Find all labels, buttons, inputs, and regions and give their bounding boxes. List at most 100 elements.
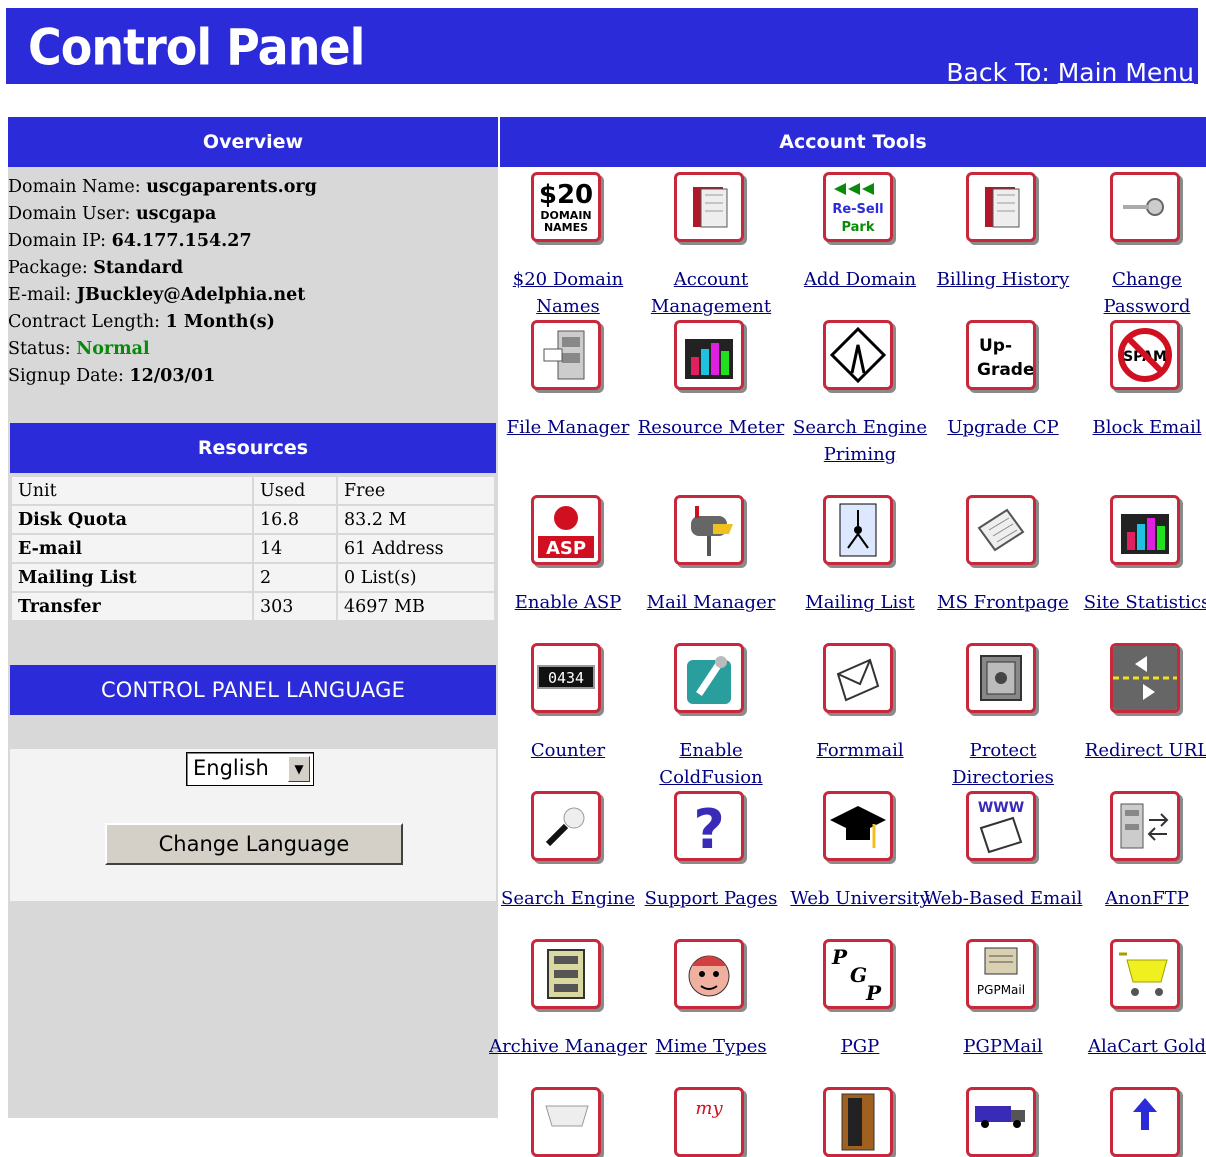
truck-icon[interactable] <box>966 1087 1036 1157</box>
used-cell: 14 <box>254 535 336 562</box>
tool-label[interactable]: Block Email <box>1067 414 1206 441</box>
tool-label[interactable]: AnonFTP <box>1067 885 1206 912</box>
svg-text:G: G <box>850 963 867 987</box>
envelope-icon[interactable] <box>823 643 893 713</box>
shopping-cart-icon[interactable] <box>1110 939 1180 1009</box>
tool-label[interactable]: PGPMail <box>923 1033 1083 1060</box>
mailbox-icon[interactable] <box>674 495 744 565</box>
change-language-button[interactable]: Change Language <box>105 823 403 865</box>
tool-label[interactable]: Redirect URL <box>1067 737 1206 764</box>
archive-icon[interactable] <box>531 939 601 1009</box>
mailing-list-icon[interactable] <box>823 495 893 565</box>
cart-icon[interactable] <box>531 1087 601 1157</box>
tool-label[interactable]: Counter <box>488 737 648 764</box>
bar-chart-icon[interactable] <box>1110 495 1180 565</box>
upgrade-icon[interactable]: Up- Grade <box>966 320 1036 390</box>
tool-label[interactable]: Mime Types <box>631 1033 791 1060</box>
tool-label[interactable]: PGP <box>780 1033 940 1060</box>
tool-label[interactable]: AlaCart Gold <box>1067 1033 1206 1060</box>
unit-cell: Disk Quota <box>12 506 252 533</box>
magnifier-icon[interactable] <box>531 791 601 861</box>
tool-label[interactable]: Account Management <box>631 266 791 320</box>
safe-icon[interactable] <box>966 643 1036 713</box>
question-icon[interactable]: ? <box>674 791 744 861</box>
free-cell: 83.2 M <box>338 506 494 533</box>
resell-park-icon[interactable]: Re-Sell Park <box>823 172 893 242</box>
no-spam-icon[interactable]: SPAM <box>1110 320 1180 390</box>
tool-label[interactable]: Mailing List <box>780 589 940 616</box>
door-icon[interactable] <box>823 1087 893 1157</box>
domain-ip-row: Domain IP: 64.177.154.27 <box>8 228 498 255</box>
tool-label[interactable]: Formmail <box>780 737 940 764</box>
domain-name-row: Domain Name: uscgaparents.org <box>8 174 498 201</box>
page-title: Control Panel <box>28 18 365 77</box>
tool-label[interactable]: Protect Directories <box>923 737 1083 791</box>
tool-label[interactable]: Search Engine <box>488 885 648 912</box>
tool-label[interactable]: Search Engine Priming <box>780 414 940 468</box>
counter-icon[interactable]: 0434 <box>531 643 601 713</box>
asp-icon[interactable]: ASP <box>531 495 601 565</box>
road-sign-icon[interactable] <box>823 320 893 390</box>
coldfusion-icon[interactable] <box>674 643 744 713</box>
tool-label[interactable]: Change Password <box>1067 266 1206 320</box>
domain-names-icon[interactable]: $20 DOMAIN NAMES <box>531 172 601 242</box>
face-icon[interactable] <box>674 939 744 1009</box>
tool-label[interactable]: Web University <box>780 885 940 912</box>
tool-label[interactable]: Billing History <box>923 266 1083 293</box>
column-header: Used <box>254 477 336 504</box>
back-to: Back To: Main Menu <box>946 58 1194 87</box>
tool-label[interactable]: $20 Domain Names <box>488 266 648 320</box>
domain-user-label: Domain User: <box>8 204 131 224</box>
contract-row: Contract Length: 1 Month(s) <box>8 309 498 336</box>
signup-label: Signup Date: <box>8 366 124 386</box>
column-header: Free <box>338 477 494 504</box>
upload-icon[interactable] <box>1110 1087 1180 1157</box>
tool-label[interactable]: Enable ColdFusion <box>631 737 791 791</box>
pgp-icon[interactable]: PGP <box>823 939 893 1009</box>
back-to-prefix: Back To: <box>946 58 1050 87</box>
pgpmail-icon[interactable]: PGPMail <box>966 939 1036 1009</box>
tool-label[interactable]: Enable ASP <box>488 589 648 616</box>
page-header: Control Panel Back To: Main Menu <box>6 8 1198 87</box>
file-cabinet-icon[interactable] <box>531 320 601 390</box>
free-cell: 61 Address <box>338 535 494 562</box>
signup-row: Signup Date: 12/03/01 <box>8 363 498 390</box>
svg-text:Up-: Up- <box>979 336 1012 356</box>
overview-heading: Overview <box>8 117 498 167</box>
redirect-icon[interactable] <box>1110 643 1180 713</box>
ftp-icon[interactable] <box>1110 791 1180 861</box>
contract-value: 1 Month(s) <box>165 312 275 332</box>
domain-name-value: uscgaparents.org <box>146 177 317 197</box>
chevron-down-icon[interactable]: ▼ <box>288 756 310 782</box>
key-icon[interactable] <box>1110 172 1180 242</box>
main-menu-link[interactable]: Main Menu <box>1058 58 1194 87</box>
tool-label[interactable]: Web-Based Email <box>923 885 1083 912</box>
book-icon[interactable] <box>966 172 1036 242</box>
book-icon[interactable] <box>674 172 744 242</box>
domain-user-row: Domain User: uscgapa <box>8 201 498 228</box>
tool-label[interactable]: Upgrade CP <box>923 414 1083 441</box>
tool-label[interactable]: File Manager <box>488 414 648 441</box>
my-icon[interactable]: my <box>674 1087 744 1157</box>
table-header-row: Unit Used Free <box>12 477 494 504</box>
www-mail-icon[interactable]: WWW <box>966 791 1036 861</box>
language-select[interactable]: English ▼ <box>186 752 314 786</box>
status-row: Status: Normal <box>8 336 498 363</box>
tool-label[interactable]: Site Statistics <box>1067 589 1206 616</box>
table-row: Mailing List 2 0 List(s) <box>12 564 494 591</box>
domain-ip-value: 64.177.154.27 <box>111 231 252 251</box>
tool-label[interactable]: Resource Meter <box>631 414 791 441</box>
domain-name-label: Domain Name: <box>8 177 141 197</box>
newspaper-icon[interactable] <box>966 495 1036 565</box>
table-row: Transfer 303 4697 MB <box>12 593 494 620</box>
svg-text:my: my <box>695 1098 723 1119</box>
tool-label[interactable]: Mail Manager <box>631 589 791 616</box>
tool-label[interactable]: Archive Manager <box>488 1033 648 1060</box>
domain-user-value: uscgapa <box>135 204 217 224</box>
bar-chart-icon[interactable] <box>674 320 744 390</box>
tool-label[interactable]: Add Domain <box>780 266 940 293</box>
svg-text:Park: Park <box>841 220 874 235</box>
graduation-cap-icon[interactable] <box>823 791 893 861</box>
tool-label[interactable]: Support Pages <box>631 885 791 912</box>
tool-label[interactable]: MS Frontpage <box>923 589 1083 616</box>
